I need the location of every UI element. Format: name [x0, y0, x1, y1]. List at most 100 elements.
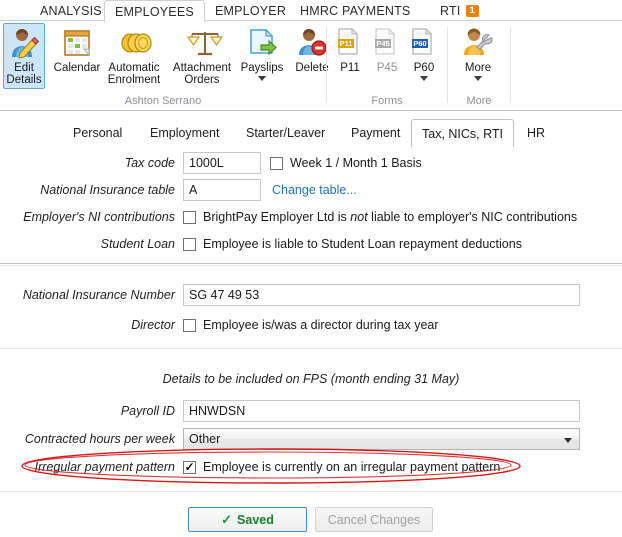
rti-count-badge: 1 [466, 5, 479, 17]
form-row-employers-ni: Employer's NI contributions BrightPay Em… [0, 206, 622, 228]
ribbon-button-p60[interactable]: P60 P60 [405, 23, 443, 91]
fps-details-note: Details to be included on FPS (month end… [0, 372, 622, 386]
irregular-payment-checkbox[interactable]: ✓ [183, 461, 196, 474]
svg-text:P60: P60 [413, 39, 426, 48]
tab-analysis-label: ANALYSIS [40, 4, 102, 18]
contracted-hours-dropdown[interactable]: Other [183, 428, 580, 450]
irregular-payment-checkbox-row[interactable]: ✓ Employee is currently on an irregular … [183, 456, 500, 478]
ribbon-button-p11-label: P11 [340, 62, 360, 74]
save-button[interactable]: ✓ Saved [188, 507, 307, 532]
form-divider-1 [0, 265, 622, 266]
payroll-id-label: Payroll ID [0, 400, 183, 422]
ribbon-button-more[interactable]: More [451, 23, 505, 91]
ribbon-button-delete-label: Delete [295, 62, 328, 74]
employers-ni-checkbox-row[interactable]: BrightPay Employer Ltd is not liable to … [183, 206, 577, 228]
form-p60-icon: P60 [407, 27, 441, 59]
chevron-down-icon[interactable] [474, 76, 482, 81]
save-button-label: Saved [237, 513, 274, 527]
chevron-down-icon[interactable] [564, 438, 572, 443]
ni-table-label: National Insurance table [0, 179, 183, 201]
sub-tab-employment[interactable]: Employment [140, 119, 229, 146]
week1-month1-checkbox-row[interactable]: Week 1 / Month 1 Basis [270, 152, 422, 174]
director-checkbox[interactable] [183, 319, 196, 332]
employers-ni-label: Employer's NI contributions [0, 206, 183, 228]
ribbon-button-p60-label: P60 [414, 62, 434, 74]
student-loan-checkbox-row[interactable]: Employee is liable to Student Loan repay… [183, 233, 522, 255]
ribbon-button-edit-details[interactable]: Edit Details [3, 23, 45, 89]
tab-employer[interactable]: EMPLOYER [205, 0, 296, 21]
tab-employees-label: EMPLOYEES [115, 5, 194, 19]
tab-overflow-left[interactable] [10, 0, 18, 21]
irregular-payment-text: Employee is currently on an irregular pa… [203, 460, 500, 474]
ribbon-button-automatic-enrolment[interactable]: Automatic Enrolment [100, 23, 168, 91]
form-row-payroll-id: Payroll ID [0, 400, 622, 422]
ribbon-button-edit-details-label: Edit Details [6, 62, 41, 86]
check-icon: ✓ [221, 512, 232, 528]
payroll-id-input[interactable] [183, 400, 580, 422]
ribbon-button-calendar[interactable]: Calendar [48, 23, 106, 91]
sub-tab-hr[interactable]: HR [517, 119, 555, 146]
sub-tab-tax-nics-rti-label: Tax, NICs, RTI [422, 127, 503, 141]
tax-code-label: Tax code [0, 152, 183, 174]
director-label: Director [0, 314, 183, 336]
form-row-contracted-hours: Contracted hours per week Other [0, 428, 622, 450]
ribbon-group-more-label: More [448, 95, 510, 107]
ribbon-button-attachment-orders[interactable]: Attachment Orders [168, 23, 236, 91]
sub-tab-starter-leaver[interactable]: Starter/Leaver [236, 119, 335, 146]
chevron-down-icon[interactable] [420, 76, 428, 81]
ni-number-label: National Insurance Number [0, 284, 183, 306]
change-table-link[interactable]: Change table... [272, 179, 357, 201]
check-icon: ✓ [184, 462, 194, 473]
employers-ni-text-after: liable to employer's NIC contributions [368, 210, 577, 224]
tax-code-input[interactable] [183, 152, 261, 174]
ribbon-button-more-label: More [465, 62, 491, 74]
employers-ni-text-before: BrightPay Employer Ltd is [203, 210, 350, 224]
coins-icon [117, 27, 151, 59]
sub-tab-employment-label: Employment [150, 126, 219, 140]
tab-employees[interactable]: EMPLOYEES [104, 0, 205, 22]
form-row-tax-code: Tax code Week 1 / Month 1 Basis [0, 152, 622, 174]
ribbon-button-p45[interactable]: P45 P45 [368, 23, 406, 91]
contracted-hours-label: Contracted hours per week [0, 428, 183, 450]
week1-month1-label: Week 1 / Month 1 Basis [290, 156, 422, 170]
sub-tab-payment[interactable]: Payment [341, 119, 410, 146]
ribbon-group-employee-label: Ashton Serrano [0, 95, 326, 107]
form-p45-icon: P45 [370, 27, 404, 59]
ribbon-button-attachment-orders-label: Attachment Orders [173, 62, 231, 86]
tab-employer-label: EMPLOYER [215, 4, 286, 18]
sub-tab-tax-nics-rti[interactable]: Tax, NICs, RTI [411, 119, 514, 147]
employers-ni-text: BrightPay Employer Ltd is not liable to … [203, 210, 577, 224]
tab-rti[interactable]: RTI 1 [430, 0, 489, 21]
cancel-changes-button[interactable]: Cancel Changes [315, 507, 433, 532]
ribbon-group-forms: P11 P11 P45 P45 [327, 21, 447, 110]
employers-ni-checkbox[interactable] [183, 211, 196, 224]
scales-icon [185, 27, 219, 59]
ribbon-group-forms-label: Forms [327, 95, 447, 107]
ribbon-button-payslips[interactable]: Payslips [236, 23, 288, 91]
svg-text:P45: P45 [376, 39, 389, 48]
user-delete-icon [295, 27, 329, 59]
cancel-changes-button-label: Cancel Changes [328, 513, 420, 527]
director-checkbox-row[interactable]: Employee is/was a director during tax ye… [183, 314, 439, 336]
director-text: Employee is/was a director during tax ye… [203, 318, 439, 332]
chevron-down-icon[interactable] [258, 76, 266, 81]
sub-tab-personal-label: Personal [73, 126, 122, 140]
user-tools-icon [461, 27, 495, 59]
brightpay-window: ANALYSIS EMPLOYEES EMPLOYER HMRC PAYMENT… [0, 0, 622, 537]
tab-rti-label: RTI [440, 4, 461, 18]
document-export-icon [245, 27, 279, 59]
form-footer: ✓ Saved Cancel Changes [0, 491, 622, 537]
irregular-payment-label: Irregular payment pattern [0, 456, 183, 478]
user-edit-icon [7, 27, 41, 59]
week1-month1-checkbox[interactable] [270, 157, 283, 170]
ribbon-button-p11[interactable]: P11 P11 [331, 23, 369, 91]
ni-number-input[interactable] [183, 284, 580, 306]
student-loan-checkbox[interactable] [183, 238, 196, 251]
sub-tab-payment-label: Payment [351, 126, 400, 140]
sub-tab-personal[interactable]: Personal [63, 119, 132, 146]
ni-table-input[interactable] [183, 179, 261, 201]
ribbon-group-employee: Edit Details [0, 21, 326, 110]
tax-nics-rti-form: Tax code Week 1 / Month 1 Basis National… [0, 146, 622, 491]
tab-hmrc-payments[interactable]: HMRC PAYMENTS [290, 0, 420, 21]
tab-analysis[interactable]: ANALYSIS [30, 0, 112, 21]
